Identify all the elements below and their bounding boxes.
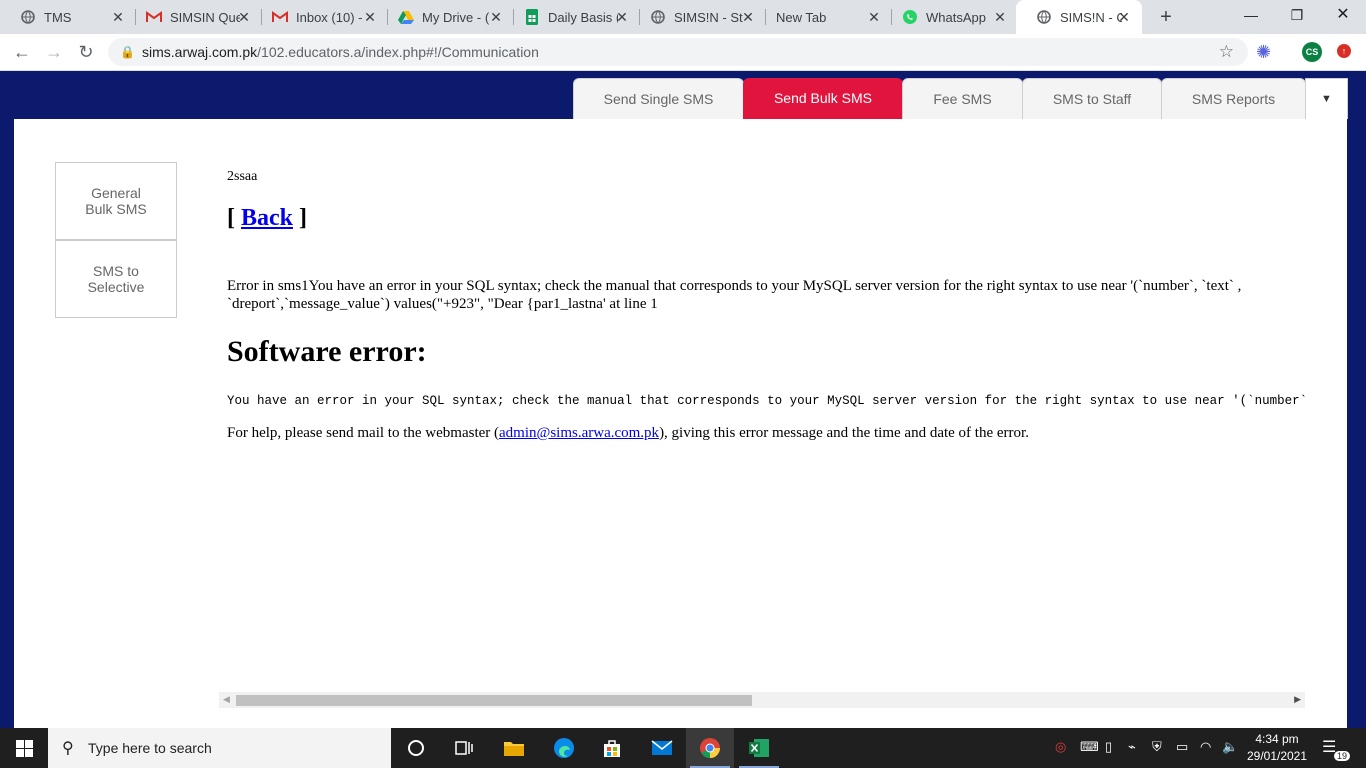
tab-sms-to-staff[interactable]: SMS to Staff: [1022, 78, 1162, 119]
error-message: Error in sms1You have an error in your S…: [227, 278, 1242, 312]
search-icon: ⚲: [62, 740, 74, 757]
tab-title: Daily Basis (: [548, 9, 618, 25]
back-link-line: [ Back ]: [227, 205, 308, 231]
edge-browser-icon[interactable]: [540, 728, 588, 768]
star-icon[interactable]: ☆: [1219, 42, 1234, 62]
close-icon[interactable]: ✕: [992, 9, 1008, 25]
tab-title: New Tab: [776, 9, 827, 25]
wifi-icon[interactable]: ◠: [1200, 739, 1211, 755]
scrollbar-thumb[interactable]: [236, 695, 752, 706]
close-icon[interactable]: ✕: [362, 9, 378, 25]
new-tab-button[interactable]: +: [1155, 6, 1177, 28]
usb-icon[interactable]: ▯: [1105, 739, 1112, 755]
help-text: For help, please send mail to the webmas…: [227, 425, 1029, 441]
page-gutter: [1347, 119, 1366, 728]
error-code: 2ssaa: [227, 169, 258, 184]
tab-send-bulk-sms[interactable]: Send Bulk SMS: [743, 78, 903, 119]
globe-icon: [20, 9, 36, 25]
google-sheets-icon: [524, 9, 540, 25]
close-icon[interactable]: ✕: [614, 9, 630, 25]
microsoft-store-icon[interactable]: [588, 728, 636, 768]
globe-icon: [1036, 9, 1052, 25]
whatsapp-icon: [902, 9, 918, 25]
browser-tab[interactable]: SIMS!N - St ✕: [630, 0, 766, 34]
mail-icon[interactable]: [638, 728, 686, 768]
tab-fee-sms[interactable]: Fee SMS: [902, 78, 1023, 119]
forward-arrow-icon[interactable]: →: [42, 40, 66, 64]
close-icon[interactable]: ✕: [488, 9, 504, 25]
windows-start-icon[interactable]: [0, 728, 48, 768]
close-icon[interactable]: ✕: [866, 9, 882, 25]
close-window-button[interactable]: ✕: [1320, 0, 1366, 30]
browser-tab[interactable]: TMS ✕: [0, 0, 136, 34]
volume-icon[interactable]: 🔈: [1222, 739, 1238, 755]
browser-tab[interactable]: My Drive - ( ✕: [378, 0, 514, 34]
notification-count: 19: [1333, 751, 1350, 761]
webmaster-email-link[interactable]: admin@sims.arwa.com.pk: [499, 425, 659, 441]
taskbar-clock[interactable]: 4:34 pm 29/01/2021: [1246, 731, 1308, 765]
close-icon[interactable]: ✕: [110, 9, 126, 25]
chrome-icon[interactable]: [686, 728, 734, 768]
close-icon[interactable]: ✕: [740, 9, 756, 25]
tab-title: WhatsApp: [926, 9, 986, 25]
extension-icon[interactable]: ✺: [1256, 42, 1271, 63]
horizontal-scrollbar[interactable]: ◀ ▶: [219, 692, 1305, 708]
tab-send-single-sms[interactable]: Send Single SMS: [573, 78, 744, 119]
security-shield-icon[interactable]: ⛨: [1152, 739, 1162, 755]
restore-button[interactable]: ❐: [1274, 0, 1320, 30]
web-page: Send Single SMS Send Bulk SMS Fee SMS SM…: [0, 71, 1366, 728]
software-error-heading: Software error:: [227, 335, 427, 368]
battery-icon[interactable]: ▭: [1176, 739, 1188, 755]
cortana-icon[interactable]: [392, 728, 440, 768]
lock-icon: 🔒: [120, 45, 135, 59]
browser-tab-active[interactable]: SIMS!N - Cc ✕: [1016, 0, 1142, 34]
tab-title: SIMS!N - St: [674, 9, 743, 25]
browser-toolbar: ← → ↻ 🔒 sims.arwaj.com.pk/102.educators.…: [0, 34, 1366, 71]
windows-taskbar: ⚲ Type here to search ◎ ⌨ ▯ ⌁ ⛨ ▭ ◠ 🔈 4:…: [0, 728, 1366, 768]
excel-icon[interactable]: [735, 728, 783, 768]
tab-title: TMS: [44, 9, 72, 25]
task-view-icon[interactable]: [440, 728, 488, 768]
minimize-button[interactable]: —: [1228, 0, 1274, 30]
browser-tab-strip: TMS ✕ SIMSIN Que ✕ Inbox (10) - ✕ My Dri…: [0, 0, 1366, 34]
language-icon[interactable]: ⌨: [1080, 739, 1099, 755]
error-detail: You have an error in your SQL syntax; ch…: [227, 394, 1307, 408]
browser-tab[interactable]: New Tab ✕: [756, 0, 892, 34]
url-text[interactable]: sims.arwaj.com.pk/102.educators.a/index.…: [142, 44, 539, 60]
globe-icon: [650, 9, 666, 25]
close-icon[interactable]: ✕: [236, 9, 252, 25]
notification-icon[interactable]: ☰ 19: [1322, 737, 1350, 761]
tab-title: SIMSIN Que: [170, 9, 240, 25]
gmail-icon: [272, 9, 288, 25]
taskbar-search-input[interactable]: ⚲ Type here to search: [48, 728, 391, 768]
sidebar-item-general-bulk-sms[interactable]: General Bulk SMS: [55, 162, 177, 240]
close-icon[interactable]: ✕: [1116, 9, 1132, 25]
tab-sms-reports[interactable]: SMS Reports: [1161, 78, 1306, 119]
back-link[interactable]: Back: [241, 205, 293, 231]
browser-tab[interactable]: Inbox (10) - ✕: [252, 0, 388, 34]
network-off-icon[interactable]: ⌁: [1128, 739, 1136, 755]
browser-tab[interactable]: SIMSIN Que ✕: [126, 0, 262, 34]
sidebar-item-sms-to-selective[interactable]: SMS to Selective: [55, 240, 177, 318]
browser-tab[interactable]: Daily Basis ( ✕: [504, 0, 640, 34]
scroll-left-icon[interactable]: ◀: [223, 694, 230, 705]
avatar[interactable]: CS: [1302, 42, 1322, 62]
main-content: General Bulk SMS SMS to Selective 2ssaa …: [14, 119, 1347, 728]
update-icon[interactable]: ↑: [1337, 44, 1351, 58]
tab-title: SIMS!N - Cc: [1060, 9, 1122, 25]
gmail-icon: [146, 9, 162, 25]
google-drive-icon: [398, 9, 414, 25]
address-bar[interactable]: 🔒 sims.arwaj.com.pk/102.educators.a/inde…: [108, 38, 1248, 66]
browser-tab[interactable]: WhatsApp ✕: [882, 0, 1018, 34]
tab-title: My Drive - (: [422, 9, 490, 25]
scroll-right-icon[interactable]: ▶: [1294, 694, 1301, 705]
antivirus-icon[interactable]: ◎: [1055, 739, 1066, 755]
file-explorer-icon[interactable]: [490, 728, 538, 768]
tab-title: Inbox (10) -: [296, 9, 363, 25]
reload-icon[interactable]: ↻: [74, 40, 98, 64]
chevron-down-icon[interactable]: ▼: [1305, 78, 1348, 119]
back-arrow-icon[interactable]: ←: [10, 40, 34, 64]
